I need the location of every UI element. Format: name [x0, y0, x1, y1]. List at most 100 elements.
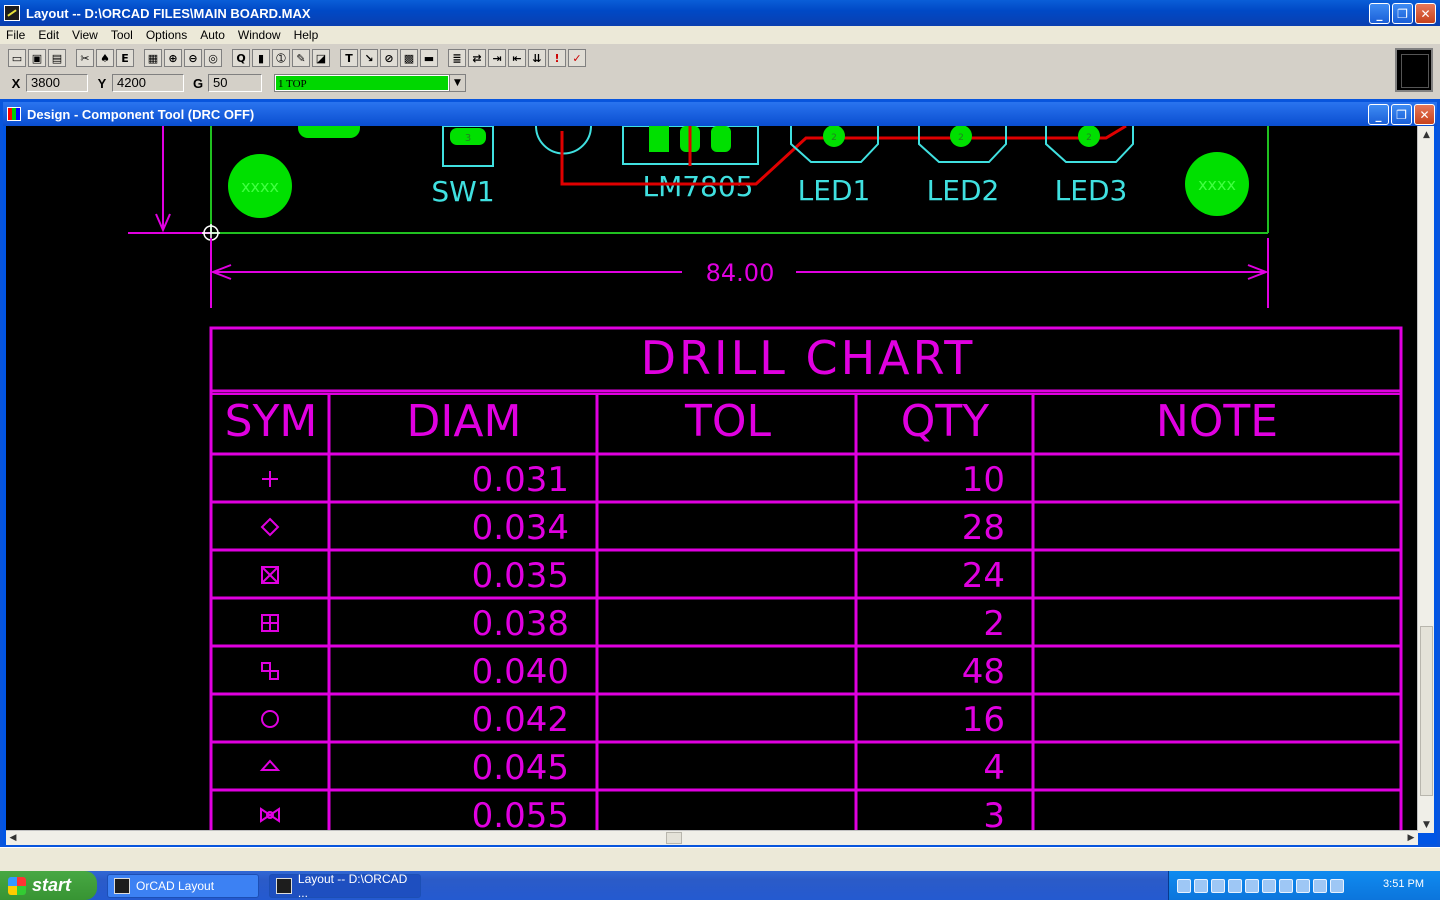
start-button[interactable]: start: [0, 871, 97, 900]
route-icon[interactable]: ⇥: [488, 49, 506, 67]
drill-diam: 0.055: [472, 796, 569, 833]
colors-rule-icon[interactable]: ▩: [400, 49, 418, 67]
task-layout-main-board[interactable]: Layout -- D:\ORCAD ...: [269, 872, 421, 900]
menu-file[interactable]: File: [0, 28, 32, 42]
drill-chart-title: DRILL CHART: [641, 331, 976, 385]
tray-update-icon[interactable]: [1245, 878, 1259, 893]
component-icon[interactable]: ➀: [272, 49, 290, 67]
find-icon[interactable]: ♠: [96, 49, 114, 67]
tray-shield-icon[interactable]: [1228, 878, 1242, 893]
drill-symbol-diamond-icon: [260, 517, 280, 537]
tray-security-icon[interactable]: [1211, 878, 1225, 893]
menu-help[interactable]: Help: [288, 28, 326, 42]
design-canvas[interactable]: xxxx xxxx 3 SW1 LM7805 2 LED1 2 LED2 2 L…: [6, 126, 1434, 833]
drill-qty: 4: [983, 748, 1005, 788]
component-label-lm7805: LM7805: [642, 170, 753, 203]
drill-symbol-bowtie-icon: [260, 807, 280, 823]
scroll-left-icon[interactable]: ◀: [6, 831, 20, 845]
design-maximize-button[interactable]: ❐: [1391, 104, 1412, 125]
drill-chart-row: 0.038 2: [211, 604, 1401, 648]
refresh-icon[interactable]: ⇊: [528, 49, 546, 67]
app-window-controls: _ ❐ ✕: [1369, 3, 1436, 24]
drill-chart-rows: 0.031 10 0.034 28 0.035 24 0.038 2 0.040 48 0.042 1…: [211, 452, 1401, 833]
menu-window[interactable]: Window: [232, 28, 288, 42]
grid-label: G: [192, 75, 204, 91]
route-board-icon[interactable]: ⇤: [508, 49, 526, 67]
toolbar: ▭ ▣ ▤ ✂ ♠ E ▦ ⊕ ⊖ ◎ Q ▮ ➀ ✎ ◪ T ↘ ⊘ ▩ ▬ ≣ ⇄ ⇥ ⇤ ⇊! ✓: [0, 45, 1395, 71]
drill-symbol-two-squares-icon: [261, 662, 279, 680]
chevron-down-icon[interactable]: ▼: [449, 75, 465, 91]
drill-qty: 16: [962, 700, 1005, 740]
partial-pad[interactable]: [298, 126, 360, 138]
tray-network-icon[interactable]: [1177, 878, 1191, 893]
layer-select[interactable]: 1 TOP ▼: [274, 74, 466, 92]
vertical-scroll-thumb[interactable]: [1420, 626, 1433, 796]
menu-view[interactable]: View: [66, 28, 105, 42]
toolbar-separator: [440, 49, 446, 67]
lm7805-pad-1[interactable]: [649, 126, 669, 152]
layer-value: 1 TOP: [276, 76, 448, 90]
drill-symbol-box-plus-icon: [261, 614, 279, 632]
drc-box-icon[interactable]: ▬: [420, 49, 438, 67]
horizontal-scrollbar[interactable]: ◀ ▶: [6, 830, 1418, 845]
pin-icon[interactable]: ✎: [292, 49, 310, 67]
orcad-app-icon: [114, 877, 130, 894]
connection-icon[interactable]: ↘: [360, 49, 378, 67]
save-icon[interactable]: ▣: [28, 49, 46, 67]
x-coordinate-field: 3800: [26, 74, 88, 92]
close-button[interactable]: ✕: [1415, 3, 1436, 24]
zoom-out-icon[interactable]: ⊖: [184, 49, 202, 67]
design-close-button[interactable]: ✕: [1414, 104, 1435, 125]
sw1-pin-label: 3: [465, 133, 471, 144]
zoom-in-icon[interactable]: ⊕: [164, 49, 182, 67]
component-label-led2: LED2: [927, 174, 1000, 207]
obstacle-icon[interactable]: ◪: [312, 49, 330, 67]
design-minimize-button[interactable]: _: [1368, 104, 1389, 125]
scroll-down-icon[interactable]: ▼: [1418, 816, 1435, 833]
reconnect-icon[interactable]: ⇄: [468, 49, 486, 67]
tray-monitor-icon[interactable]: [1296, 878, 1310, 893]
open-icon[interactable]: ▭: [8, 49, 26, 67]
online-drc-icon[interactable]: !: [548, 49, 566, 67]
drill-chart-row: 0.040 48: [211, 652, 1401, 696]
scroll-up-icon[interactable]: ▲: [1418, 126, 1435, 143]
zoom-all-icon[interactable]: ◎: [204, 49, 222, 67]
design-window-icon: [7, 107, 21, 121]
strategy-icon[interactable]: ≣: [448, 49, 466, 67]
tray-volume-icon[interactable]: [1194, 878, 1208, 893]
mounting-hole-left-mark: xxxx: [241, 177, 279, 196]
scroll-right-icon[interactable]: ▶: [1404, 831, 1418, 845]
color-icon[interactable]: ▮: [252, 49, 270, 67]
restore-button[interactable]: ❐: [1392, 3, 1413, 24]
led2-footprint: 2: [918, 126, 1007, 163]
lm7805-pad-3[interactable]: [711, 126, 731, 152]
minimize-button[interactable]: _: [1369, 3, 1390, 24]
error-icon[interactable]: ⊘: [380, 49, 398, 67]
text-icon[interactable]: T: [340, 49, 358, 67]
tray-settings-icon[interactable]: [1313, 878, 1327, 893]
menu-edit[interactable]: Edit: [32, 28, 66, 42]
layout-app-icon: [4, 5, 20, 21]
drill-diam: 0.045: [472, 748, 569, 788]
task-orcad-layout[interactable]: OrCAD Layout: [107, 873, 259, 898]
design-title: Design - Component Tool (DRC OFF): [27, 106, 255, 122]
tray-printer-icon[interactable]: [1279, 878, 1293, 893]
color-swatch[interactable]: [1395, 48, 1433, 92]
coordinate-bar: X 3800 Y 4200 G 50 1 TOP ▼: [0, 72, 1395, 94]
edit-E-icon[interactable]: E: [116, 49, 134, 67]
spreadsheet-icon[interactable]: ▦: [144, 49, 162, 67]
menu-options[interactable]: Options: [140, 28, 194, 42]
pcb-canvas-svg[interactable]: xxxx xxxx 3 SW1 LM7805 2 LED1 2 LED2 2 L…: [6, 126, 1420, 833]
print-icon[interactable]: ▤: [48, 49, 66, 67]
header-sym: SYM: [225, 396, 318, 447]
cut-icon[interactable]: ✂: [76, 49, 94, 67]
horizontal-scroll-thumb[interactable]: [666, 832, 682, 844]
vertical-scrollbar[interactable]: ▲ ▼: [1417, 126, 1434, 833]
start-label: start: [32, 875, 72, 895]
tray-display-icon[interactable]: [1262, 878, 1276, 893]
menu-auto[interactable]: Auto: [194, 28, 232, 42]
menu-tool[interactable]: Tool: [105, 28, 140, 42]
tray-antivirus-icon[interactable]: [1330, 878, 1344, 893]
tool-26-icon[interactable]: ✓: [568, 49, 586, 67]
query-icon[interactable]: Q: [232, 49, 250, 67]
